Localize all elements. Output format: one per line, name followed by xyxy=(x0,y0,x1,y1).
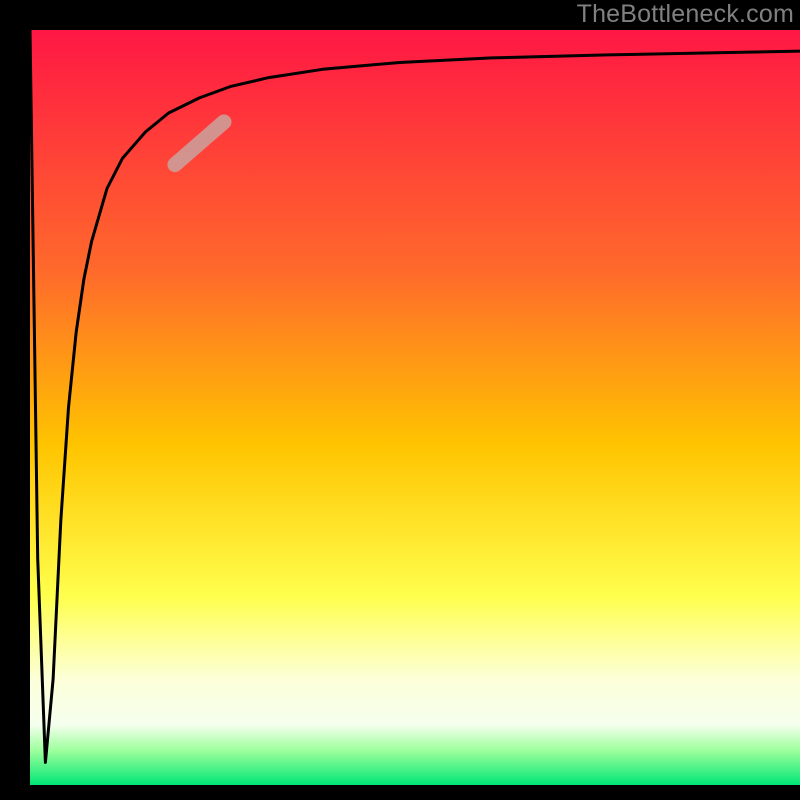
watermark-text: TheBottleneck.com xyxy=(577,0,794,29)
chart-frame: TheBottleneck.com xyxy=(0,0,800,800)
gradient-background xyxy=(30,30,800,785)
chart-svg xyxy=(30,30,800,785)
plot-area xyxy=(30,30,800,785)
